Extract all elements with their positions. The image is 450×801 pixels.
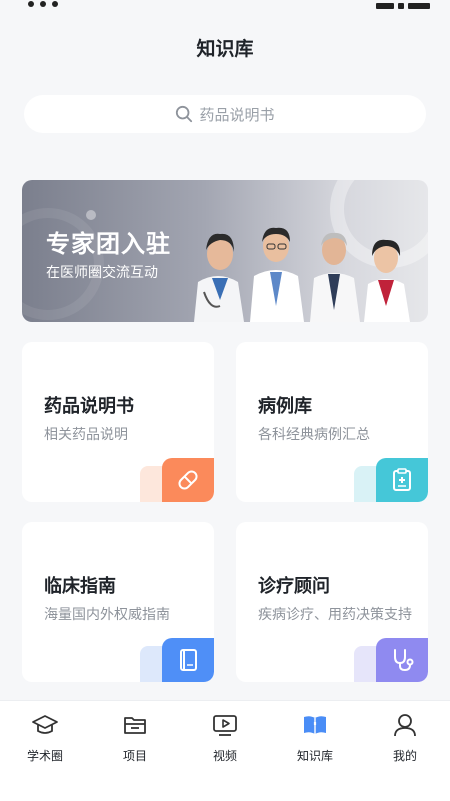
tab-projects[interactable]: 项目 (90, 711, 180, 764)
card-clinical-guidelines[interactable]: 临床指南 海量国内外权威指南 (22, 522, 214, 682)
pill-icon (162, 458, 214, 502)
card-description: 各科经典病例汇总 (258, 427, 370, 443)
tab-knowledge-base[interactable]: 知识库 (270, 711, 360, 764)
card-diagnosis-advisor[interactable]: 诊疗顾问 疾病诊疗、用药决策支持 (236, 522, 428, 682)
status-bar-indicators (372, 0, 430, 9)
folder-icon (124, 717, 146, 734)
card-title: 诊疗顾问 (258, 576, 330, 597)
card-title: 病例库 (258, 396, 312, 417)
card-description: 相关药品说明 (44, 427, 128, 443)
stethoscope-icon (376, 638, 428, 682)
book-icon (162, 638, 214, 682)
search-icon (176, 105, 193, 123)
banner-subtitle: 在医师圈交流互动 (46, 265, 158, 281)
tab-label: 视频 (212, 749, 237, 763)
expert-team-banner[interactable]: 专家团入驻 在医师圈交流互动 (22, 180, 428, 322)
clipboard-icon (376, 458, 428, 502)
tab-videos[interactable]: 视频 (180, 711, 270, 764)
card-drug-instructions[interactable]: 药品说明书 相关药品说明 (22, 342, 214, 502)
tab-label: 知识库 (296, 749, 333, 763)
status-bar (0, 0, 450, 9)
graduation-cap-icon (32, 715, 58, 734)
card-case-library[interactable]: 病例库 各科经典病例汇总 (236, 342, 428, 502)
card-description: 疾病诊疗、用药决策支持 (258, 607, 412, 623)
tab-me[interactable]: 我的 (360, 711, 450, 764)
tab-label: 项目 (122, 749, 147, 763)
card-title: 药品说明书 (44, 396, 134, 417)
banner-title: 专家团入驻 (46, 230, 171, 258)
search-bar[interactable]: 药品说明书 (24, 95, 426, 133)
card-description: 海量国内外权威指南 (44, 607, 170, 623)
bottom-tab-bar: 学术圈 项目 视频 知识库 我的 (0, 700, 450, 801)
banner-decor-dot (86, 210, 96, 220)
tab-academic-circle[interactable]: 学术圈 (0, 711, 90, 764)
user-icon (394, 714, 416, 737)
page-title: 知识库 (196, 38, 254, 60)
doctors-image (194, 227, 410, 322)
tab-label: 学术圈 (26, 749, 63, 763)
status-bar-time (28, 0, 68, 7)
search-placeholder: 药品说明书 (199, 105, 275, 124)
video-play-icon (213, 715, 237, 736)
tab-label: 我的 (392, 749, 417, 763)
card-title: 临床指南 (44, 576, 116, 597)
open-book-icon (304, 716, 326, 734)
